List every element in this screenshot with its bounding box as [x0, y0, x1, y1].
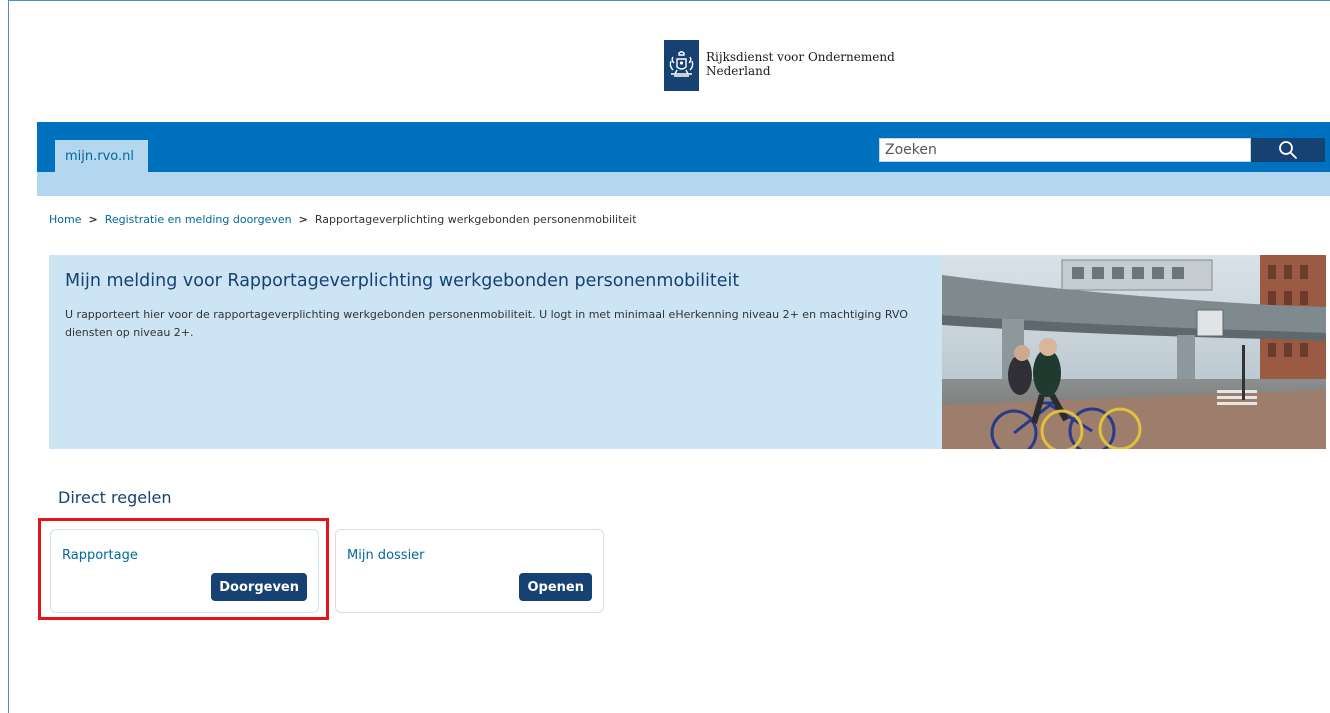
sub-navigation-bar — [37, 172, 1330, 196]
doorgeven-button[interactable]: Doorgeven — [211, 573, 307, 601]
tab-mijn-rvo[interactable]: mijn.rvo.nl — [55, 140, 148, 172]
card-title-mijn-dossier[interactable]: Mijn dossier — [347, 548, 425, 563]
card-title-rapportage[interactable]: Rapportage — [62, 548, 138, 563]
card-mijn-dossier: Mijn dossier Openen — [335, 529, 604, 613]
intro-banner: Mijn melding voor Rapportageverplichting… — [49, 255, 942, 449]
coat-of-arms-icon — [664, 40, 699, 91]
search-icon — [1279, 141, 1297, 159]
openen-button[interactable]: Openen — [519, 573, 592, 601]
breadcrumb-separator: > — [88, 213, 98, 226]
frame-border-left — [8, 0, 9, 713]
site-logo[interactable]: Rijksdienst voor Ondernemend Nederland — [664, 40, 895, 91]
section-title: Direct regelen — [58, 488, 172, 507]
organization-name: Rijksdienst voor Ondernemend Nederland — [706, 50, 895, 78]
search-button[interactable] — [1251, 138, 1325, 162]
breadcrumb: Home > Registratie en melding doorgeven … — [49, 213, 637, 226]
banner-photo — [942, 255, 1326, 449]
breadcrumb-current: Rapportageverplichting werkgebonden pers… — [314, 213, 637, 226]
frame-border-top — [8, 0, 1330, 1]
card-rapportage: Rapportage Doorgeven — [50, 529, 319, 613]
breadcrumb-separator: > — [298, 213, 308, 226]
intro-text: U rapporteert hier voor de rapportagever… — [65, 308, 908, 339]
search-input[interactable] — [879, 138, 1251, 162]
page-title: Mijn melding voor Rapportageverplichting… — [65, 271, 740, 291]
breadcrumb-home[interactable]: Home — [49, 213, 81, 226]
breadcrumb-registratie[interactable]: Registratie en melding doorgeven — [105, 213, 292, 226]
